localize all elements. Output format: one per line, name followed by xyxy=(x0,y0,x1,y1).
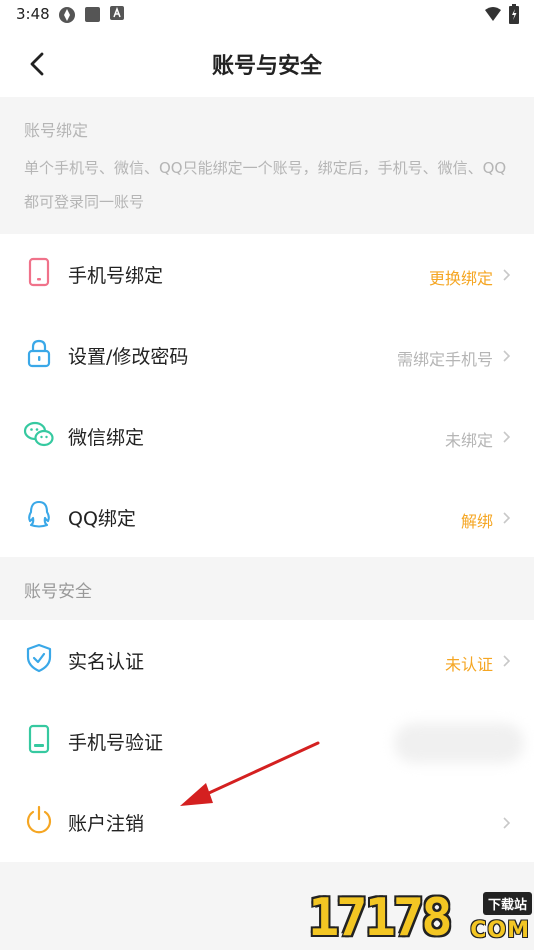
chevron-right-icon xyxy=(503,431,511,443)
row-label: 实名认证 xyxy=(68,651,145,673)
row-qq[interactable]: QQ绑定 解绑 xyxy=(0,477,534,558)
watermark-logo: 17178 下载站 COM xyxy=(308,884,534,950)
chevron-right-icon xyxy=(503,350,511,362)
row-label: 账户注销 xyxy=(68,813,145,835)
watermark-domain: COM xyxy=(470,918,530,943)
phone-icon xyxy=(28,257,50,287)
row-account-cancel[interactable]: 账户注销 xyxy=(0,782,534,863)
wifi-icon xyxy=(485,7,501,21)
row-value: 未认证 xyxy=(444,655,493,674)
row-value: 更换绑定 xyxy=(428,269,493,288)
row-label: 设置/修改密码 xyxy=(68,346,189,368)
power-icon xyxy=(26,805,52,834)
blurred-value xyxy=(394,723,524,763)
chevron-right-icon xyxy=(503,512,511,524)
chevron-right-icon xyxy=(503,269,511,281)
nav-bar: 账号与安全 xyxy=(0,30,534,97)
a-badge-icon xyxy=(110,6,124,20)
section-header-security: 账号安全 xyxy=(0,557,534,620)
status-time: 3:48 xyxy=(16,5,50,23)
watermark-badge: 下载站 xyxy=(482,892,532,915)
binding-card: 手机号绑定 更换绑定 设置/修改密码 需绑定手机号 微信绑定 未绑定 QQ绑定 … xyxy=(0,234,534,557)
status-bar: 3:48 xyxy=(0,0,534,30)
row-phone-binding[interactable]: 手机号绑定 更换绑定 xyxy=(0,234,534,315)
battery-icon xyxy=(509,4,519,24)
chevron-right-icon xyxy=(503,655,511,667)
chevron-right-icon xyxy=(503,817,511,829)
app-icon xyxy=(59,7,75,23)
row-wechat[interactable]: 微信绑定 未绑定 xyxy=(0,396,534,477)
shield-check-icon xyxy=(26,643,52,673)
row-real-name[interactable]: 实名认证 未认证 xyxy=(0,620,534,701)
notice-description: 单个手机号、微信、QQ只能绑定一个账号，绑定后，手机号、微信、QQ都可登录同一账… xyxy=(24,159,507,211)
row-label: QQ绑定 xyxy=(68,508,136,530)
binding-notice: 账号绑定 单个手机号、微信、QQ只能绑定一个账号，绑定后，手机号、微信、QQ都可… xyxy=(0,97,534,234)
phone-verify-icon xyxy=(28,724,50,754)
qq-icon xyxy=(28,500,50,528)
row-value: 解绑 xyxy=(460,512,493,531)
row-value: 未绑定 xyxy=(444,431,493,450)
row-label: 手机号绑定 xyxy=(68,265,164,287)
lock-icon xyxy=(27,339,51,368)
row-value: 需绑定手机号 xyxy=(396,350,493,369)
row-password[interactable]: 设置/修改密码 需绑定手机号 xyxy=(0,315,534,396)
notice-title: 账号绑定 xyxy=(24,121,89,140)
security-card: 实名认证 未认证 手机号验证 账户注销 xyxy=(0,620,534,862)
row-phone-verify[interactable]: 手机号验证 xyxy=(0,701,534,782)
row-label: 手机号验证 xyxy=(68,732,164,754)
page-title: 账号与安全 xyxy=(211,54,322,79)
watermark-digits: 17178 xyxy=(308,888,453,948)
section-title: 账号安全 xyxy=(24,582,92,602)
wechat-icon xyxy=(23,421,54,447)
square-icon xyxy=(85,7,100,22)
row-label: 微信绑定 xyxy=(68,427,145,449)
